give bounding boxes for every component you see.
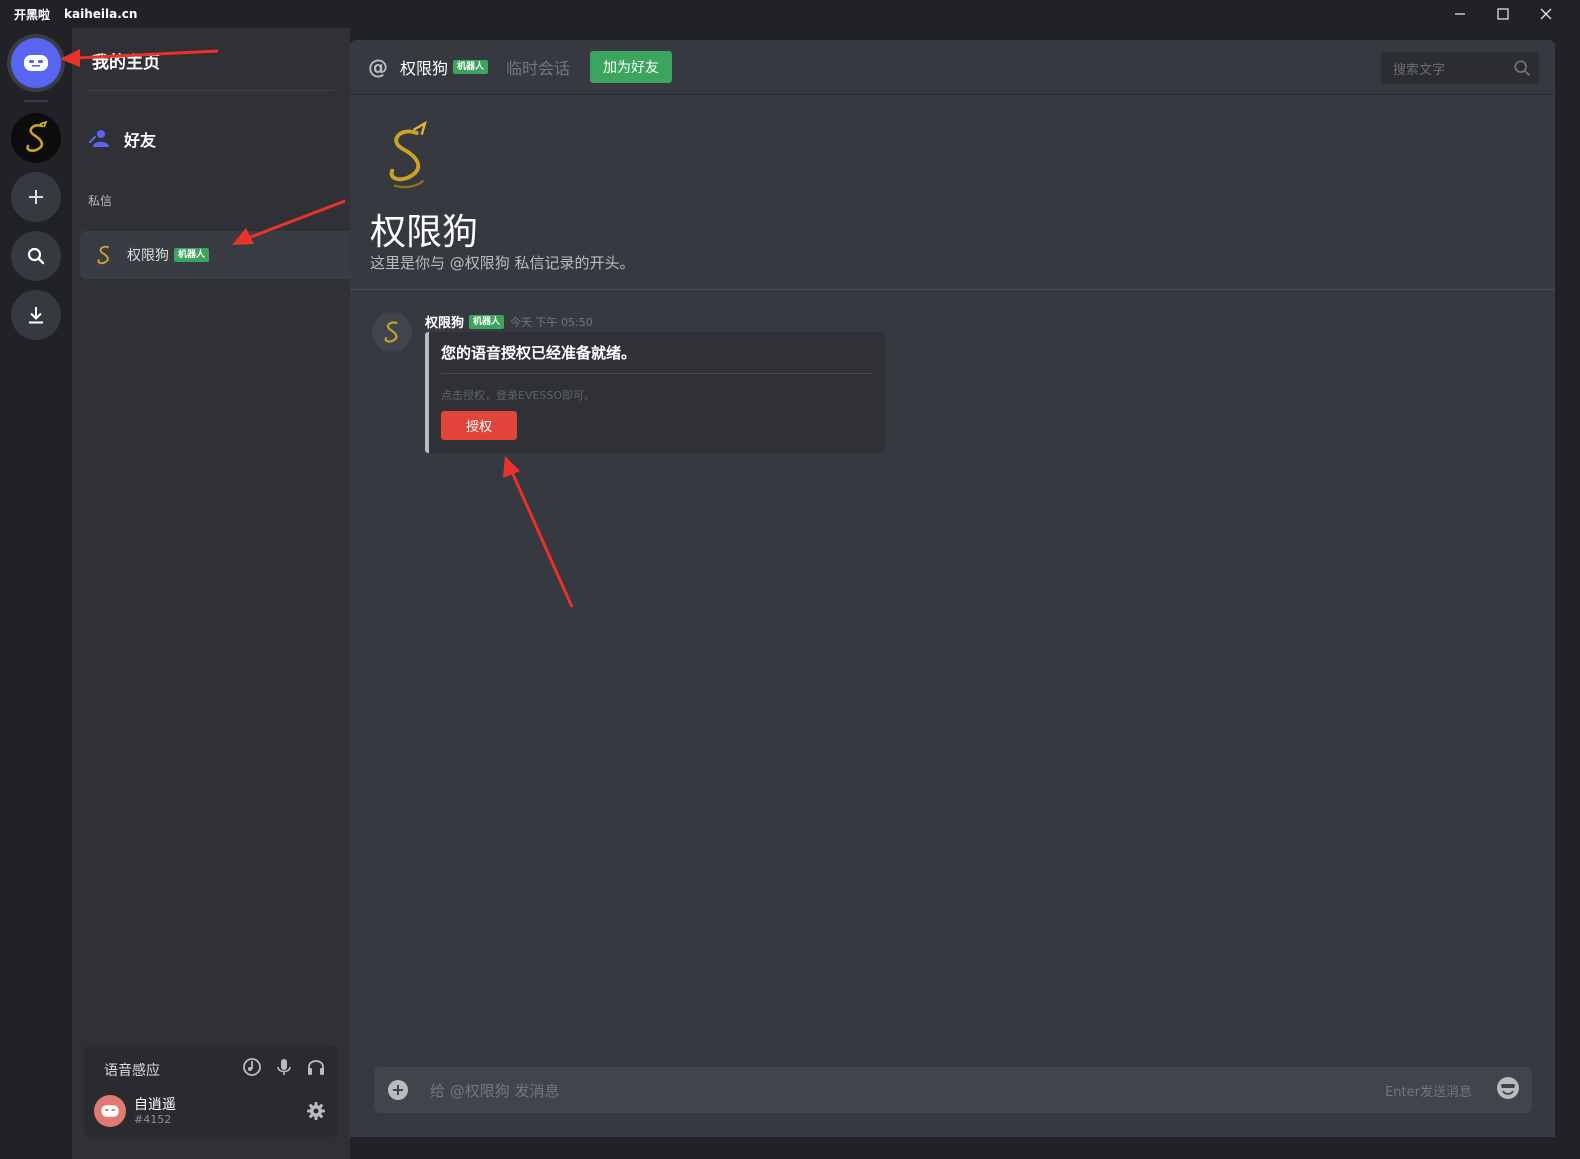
close-button[interactable] xyxy=(1524,0,1568,28)
intro-description: 这里是你与 @权限狗 私信记录的开头。 xyxy=(370,254,635,272)
plus-icon xyxy=(393,1085,403,1095)
dm-sidebar: 我的主页 好友 私信 权限狗 机器人 语音感应 自逍遥 #4152 xyxy=(72,28,350,1159)
minimize-icon xyxy=(1455,13,1465,15)
dm-item-name: 权限狗 xyxy=(127,248,169,264)
server-icon[interactable] xyxy=(11,113,61,163)
emoji-button[interactable] xyxy=(1496,1076,1520,1104)
dm-avatar xyxy=(90,241,118,269)
send-hint: Enter发送消息 xyxy=(1385,1084,1472,1100)
close-icon xyxy=(1540,8,1552,20)
download-icon xyxy=(29,307,43,324)
add-server-button[interactable] xyxy=(11,172,61,222)
settings-button[interactable] xyxy=(306,1101,326,1125)
search-icon xyxy=(1514,60,1530,76)
search-input[interactable]: 搜索文字 xyxy=(1381,52,1539,84)
message-avatar[interactable] xyxy=(372,312,412,352)
message-timestamp: 今天 下午 05:50 xyxy=(510,315,593,329)
maximize-button[interactable] xyxy=(1481,0,1525,28)
server-rail xyxy=(0,28,72,1159)
dragon-avatar-icon xyxy=(26,120,48,152)
minimize-button[interactable] xyxy=(1438,0,1482,28)
maximize-icon xyxy=(1497,8,1509,20)
username: 自逍遥 xyxy=(134,1097,176,1113)
friends-icon xyxy=(88,130,109,147)
mic-icon[interactable] xyxy=(274,1057,294,1077)
app-domain: kaiheila.cn xyxy=(64,7,138,21)
add-friend-button[interactable]: 加为好友 xyxy=(590,51,673,83)
chat-title: 权限狗 xyxy=(400,59,449,78)
friends-label: 好友 xyxy=(124,131,157,150)
message-author[interactable]: 权限狗 xyxy=(425,312,464,331)
message-input[interactable]: 给 @权限狗 发消息 xyxy=(430,1080,1385,1101)
search-icon xyxy=(27,247,45,265)
download-button[interactable] xyxy=(11,290,61,340)
dm-section-header: 私信 xyxy=(88,194,113,208)
dm-list-item[interactable]: 权限狗 机器人 xyxy=(80,231,350,279)
message-composer[interactable]: 给 @权限狗 发消息 Enter发送消息 xyxy=(374,1067,1532,1113)
card-divider xyxy=(441,373,873,374)
gear-icon xyxy=(307,1102,325,1120)
music-icon[interactable] xyxy=(242,1057,262,1077)
intro-divider xyxy=(350,289,1555,290)
bot-badge: 机器人 xyxy=(469,314,505,329)
bot-badge: 机器人 xyxy=(453,60,489,74)
card-title: 您的语音授权已经准备就绪。 xyxy=(441,344,637,362)
authorize-button[interactable]: 授权 xyxy=(441,411,517,440)
voice-controls xyxy=(242,1057,326,1077)
headphones-icon[interactable] xyxy=(306,1057,326,1077)
at-symbol: @ xyxy=(368,55,388,79)
app-brand: 开黑啦 xyxy=(14,7,51,22)
emoji-icon xyxy=(1497,1077,1519,1099)
app-logo-icon xyxy=(24,55,48,71)
dragon-avatar-icon xyxy=(389,120,427,188)
discover-button[interactable] xyxy=(11,231,61,281)
chat-header: @ 权限狗 机器人 临时会话 加为好友 搜索文字 xyxy=(350,40,1555,95)
title-bar: 开黑啦 kaiheila.cn xyxy=(0,0,1580,28)
card-description: 点击授权，登录EVESSO即可。 xyxy=(441,389,596,402)
chat-main: @ 权限狗 机器人 临时会话 加为好友 搜索文字 权限狗 这里是你与 @权限狗 … xyxy=(350,40,1555,1137)
message-header: 权限狗 机器人 今天 下午 05:50 xyxy=(425,312,593,331)
app-logo-icon xyxy=(101,1105,119,1117)
home-button[interactable] xyxy=(11,38,61,88)
message-card: 您的语音授权已经准备就绪。 点击授权，登录EVESSO即可。 授权 xyxy=(425,332,885,453)
intro-avatar xyxy=(372,118,442,193)
voice-mode-label: 语音感应 xyxy=(104,1063,160,1079)
rail-separator xyxy=(24,100,48,102)
sidebar-divider xyxy=(88,90,334,91)
bot-badge: 机器人 xyxy=(174,248,210,262)
intro-name: 权限狗 xyxy=(370,212,479,253)
dragon-avatar-icon xyxy=(384,321,398,343)
plus-icon xyxy=(29,190,43,204)
home-title: 我的主页 xyxy=(92,53,160,73)
friends-nav-item[interactable]: 好友 xyxy=(88,120,334,158)
search-placeholder: 搜索文字 xyxy=(1393,62,1446,78)
user-panel: 语音感应 自逍遥 #4152 xyxy=(84,1045,338,1137)
dragon-avatar-icon xyxy=(97,245,109,265)
user-avatar[interactable] xyxy=(94,1095,126,1127)
user-tag: #4152 xyxy=(134,1113,172,1126)
attach-button[interactable] xyxy=(388,1080,408,1100)
temp-session-label: 临时会话 xyxy=(506,59,571,78)
